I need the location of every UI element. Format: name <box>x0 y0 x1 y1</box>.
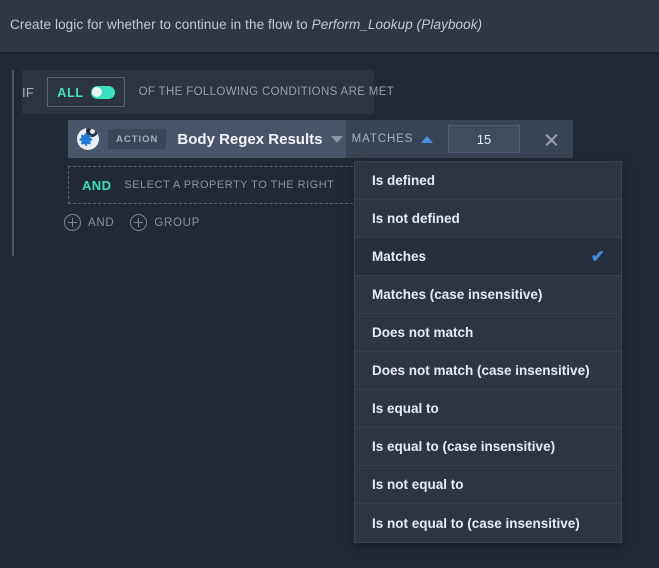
plus-circle-icon <box>130 214 148 231</box>
condition-property-chip[interactable]: ACTION Body Regex Results <box>68 120 346 158</box>
conditions-met-label: OF THE FOLLOWING CONDITIONS ARE MET <box>138 86 395 98</box>
dropdown-item-label: Matches (case insensitive) <box>372 287 543 302</box>
check-icon: ✔ <box>590 247 605 266</box>
dropdown-item-label: Does not match <box>372 325 474 340</box>
dropdown-item[interactable]: Matches ✔ <box>355 238 621 276</box>
action-gear-icon <box>77 128 99 150</box>
condition-value-input[interactable] <box>448 125 520 153</box>
page-title-emphasis: Perform_Lookup (Playbook) <box>311 17 483 32</box>
add-and-label: AND <box>88 216 115 229</box>
action-badge: ACTION <box>108 129 167 149</box>
remove-condition-button[interactable] <box>529 120 573 158</box>
dropdown-item[interactable]: Is defined <box>355 162 621 200</box>
add-and-button[interactable]: AND <box>64 214 114 231</box>
dropdown-item-label: Is not defined <box>372 211 460 226</box>
page-title: Create logic for whether to continue in … <box>10 17 482 32</box>
dropdown-item[interactable]: Matches (case insensitive) <box>355 276 621 314</box>
and-keyword-label: AND <box>82 177 112 193</box>
condition-property-name: Body Regex Results <box>177 130 323 148</box>
gear-icon-glyph <box>79 133 93 146</box>
add-group-button[interactable]: GROUP <box>130 214 200 231</box>
dropdown-item[interactable]: Does not match <box>355 314 621 352</box>
select-property-hint: SELECT A PROPERTY TO THE RIGHT <box>124 179 335 191</box>
chevron-down-icon[interactable] <box>331 135 344 143</box>
if-row: IF ALL OF THE FOLLOWING CONDITIONS ARE M… <box>22 70 394 114</box>
condition-value-cell <box>439 120 529 158</box>
dropdown-item[interactable]: Is equal to (case insensitive) <box>355 428 621 466</box>
condition-group-rail <box>12 70 14 256</box>
page-title-prefix: Create logic for whether to continue in … <box>10 17 312 32</box>
dropdown-item-label: Is not equal to <box>372 477 464 492</box>
match-mode-toggle[interactable]: ALL <box>47 77 125 107</box>
operator-selector[interactable]: MATCHES <box>346 120 439 158</box>
dropdown-item[interactable]: Is equal to <box>355 390 621 428</box>
dropdown-item[interactable]: Is not defined <box>355 200 621 238</box>
dropdown-item-label: Is equal to (case insensitive) <box>372 439 556 454</box>
dropdown-item-label: Is equal to <box>372 401 439 416</box>
operator-label: MATCHES <box>351 133 414 145</box>
dropdown-item-label: Is not equal to (case insensitive) <box>372 515 580 531</box>
match-mode-label: ALL <box>57 84 84 100</box>
operator-dropdown-menu: Is defined Is not defined Matches ✔ Matches … <box>354 161 622 543</box>
if-label: IF <box>22 84 35 100</box>
dropdown-item[interactable]: Does not match (case insensitive) <box>355 352 621 390</box>
chevron-up-icon <box>421 135 434 143</box>
dropdown-item[interactable]: Is not equal to <box>355 466 621 504</box>
dropdown-item-label: Is defined <box>372 173 436 188</box>
add-group-label: GROUP <box>154 216 201 229</box>
add-controls: AND GROUP <box>64 214 216 231</box>
dropdown-item[interactable]: Is not equal to (case insensitive) <box>355 504 621 542</box>
close-icon <box>544 132 559 147</box>
toggle-switch-icon[interactable] <box>90 85 115 99</box>
toggle-knob <box>92 87 103 97</box>
dropdown-item-label: Matches <box>372 249 427 264</box>
dropdown-item-label: Does not match (case insensitive) <box>372 363 590 378</box>
header-bar: Create logic for whether to continue in … <box>0 0 659 52</box>
condition-row: ACTION Body Regex Results MATCHES <box>68 120 573 158</box>
and-placeholder-row[interactable]: AND SELECT A PROPERTY TO THE RIGHT <box>68 166 358 204</box>
plus-circle-icon <box>64 214 81 231</box>
